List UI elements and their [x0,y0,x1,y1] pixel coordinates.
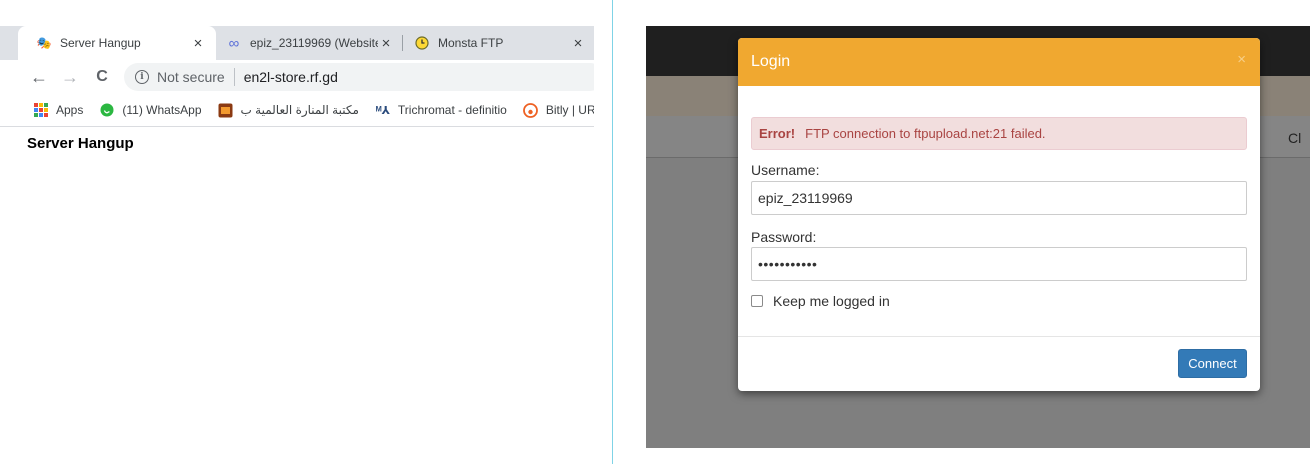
window-divider [612,0,613,464]
close-icon[interactable]: × [1237,51,1246,68]
remember-me-label[interactable]: Keep me logged in [773,293,890,309]
column-header-truncated: Cl [1288,130,1302,146]
error-alert: Error! FTP connection to ftpupload.net:2… [751,117,1247,150]
omnibox-divider [233,68,235,86]
tab-title: Server Hangup [60,36,141,50]
error-label: Error! [759,126,796,141]
clock-icon [414,35,430,51]
reload-button[interactable]: C [90,65,114,89]
modal-footer-divider [738,336,1260,337]
bitly-icon [523,102,539,118]
back-button[interactable]: ← [27,65,51,89]
forward-button[interactable]: → [58,65,82,89]
address-bar[interactable]: i Not secure en2l-store.rf.gd [124,63,594,91]
tab-monsta-ftp[interactable]: Monsta FTP × [404,26,590,60]
tab-title: epiz_23119969 (Website [250,36,378,50]
remember-me-checkbox[interactable] [751,295,763,307]
bookmark-almanara[interactable]: مكتبة المنارة العالمية ب [218,102,359,118]
username-input[interactable]: epiz_23119969 [751,181,1247,215]
tab-title: Monsta FTP [438,36,504,50]
close-icon[interactable]: × [570,35,586,52]
infinity-icon: ∞ [228,34,240,52]
bookmark-label: مكتبة المنارة العالمية ب [240,103,359,117]
bookmarks-divider [0,126,594,127]
url-text[interactable]: en2l-store.rf.gd [244,69,338,85]
dictionary-icon: ᴹ⅄ [375,104,390,117]
tab-epiz-website[interactable]: ∞ epiz_23119969 (Website × [216,26,400,60]
bookmark-apps[interactable]: Apps [33,102,83,118]
book-icon [218,102,234,118]
login-modal: Login × Error! FTP connection to ftpuplo… [738,38,1260,391]
bookmark-label: (11) WhatsApp [122,103,202,117]
bookmark-whatsapp[interactable]: (11) WhatsApp [99,102,202,118]
info-icon[interactable]: i [135,70,149,84]
close-icon[interactable]: × [190,35,206,52]
error-message: FTP connection to ftpupload.net:21 faile… [805,126,1046,141]
close-icon[interactable]: × [378,35,394,52]
browser-toolbar: ← → C i Not secure en2l-store.rf.gd [0,60,594,94]
bookmark-label: Trichromat - definitio [397,103,507,117]
password-input[interactable]: ••••••••••• [751,247,1247,281]
password-label: Password: [751,229,817,245]
bookmark-trichromat[interactable]: ᴹ⅄ Trichromat - definitio [375,102,507,118]
connect-button[interactable]: Connect [1178,349,1247,378]
bookmarks-bar: Apps (11) WhatsApp مكتبة المنارة العالمي… [0,95,594,125]
modal-header: Login × [738,38,1260,86]
apps-grid-icon [33,102,49,118]
tab-separator [402,35,403,51]
page-heading: Server Hangup [27,135,134,152]
username-label: Username: [751,162,820,178]
bookmark-label: Apps [56,103,84,117]
browser-window: 🎭 Server Hangup × ∞ epiz_23119969 (Websi… [0,0,594,464]
bookmark-label: Bitly | UR [545,103,594,117]
tab-server-hangup[interactable]: 🎭 Server Hangup × [18,26,216,60]
modal-title: Login [751,53,791,70]
person-emoji-icon: 🎭 [36,36,52,50]
password-value: ••••••••••• [758,256,818,272]
security-label: Not secure [157,69,225,85]
bookmark-bitly[interactable]: Bitly | UR [523,102,594,118]
screenshot-root: 🎭 Server Hangup × ∞ epiz_23119969 (Websi… [0,0,1310,464]
remember-me-row: Keep me logged in [751,293,890,309]
whatsapp-icon [99,102,115,118]
tab-strip: 🎭 Server Hangup × ∞ epiz_23119969 (Websi… [0,26,594,60]
